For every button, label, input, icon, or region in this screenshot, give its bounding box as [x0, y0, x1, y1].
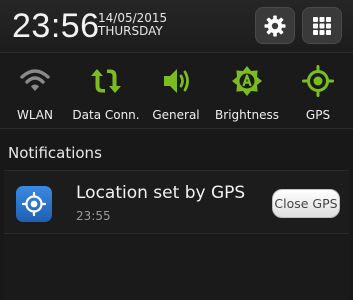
- brightness-auto-icon: [232, 66, 262, 96]
- gear-icon: [264, 15, 286, 36]
- quick-toggle-gps[interactable]: GPS: [283, 53, 353, 130]
- all-apps-button[interactable]: [302, 7, 342, 44]
- status-header: 23:56 14/05/2015 THURSDAY: [0, 0, 353, 52]
- location-icon: [16, 186, 52, 222]
- wifi-icon: [20, 69, 50, 91]
- quick-toggle-wlan[interactable]: WLAN: [0, 53, 70, 130]
- close-gps-button[interactable]: Close GPS: [272, 189, 340, 218]
- gps-icon: [302, 65, 334, 97]
- clock: 23:56: [12, 7, 100, 45]
- notification-item[interactable]: Location set by GPS 23:55 Close GPS: [4, 170, 349, 234]
- notification-text: Location set by GPS: [76, 183, 246, 203]
- grid-icon: [313, 16, 331, 35]
- weekday: THURSDAY: [98, 24, 163, 38]
- settings-button[interactable]: [255, 7, 295, 44]
- notification-time: 23:55: [76, 209, 111, 223]
- quick-toggle-general[interactable]: General: [141, 53, 211, 130]
- quick-toggle-brightness[interactable]: Brightness: [212, 53, 282, 130]
- quick-toggle-label: GPS: [305, 108, 331, 122]
- speaker-icon: [164, 69, 189, 93]
- notifications-heading: Notifications: [8, 144, 102, 162]
- data-transfer-icon: [91, 69, 121, 93]
- notification-panel-empty-area: [4, 235, 349, 300]
- quick-settings-bar: WLAN Data Conn. General Brightness GPS: [0, 52, 353, 129]
- date-block: 14/05/2015 THURSDAY: [98, 12, 167, 38]
